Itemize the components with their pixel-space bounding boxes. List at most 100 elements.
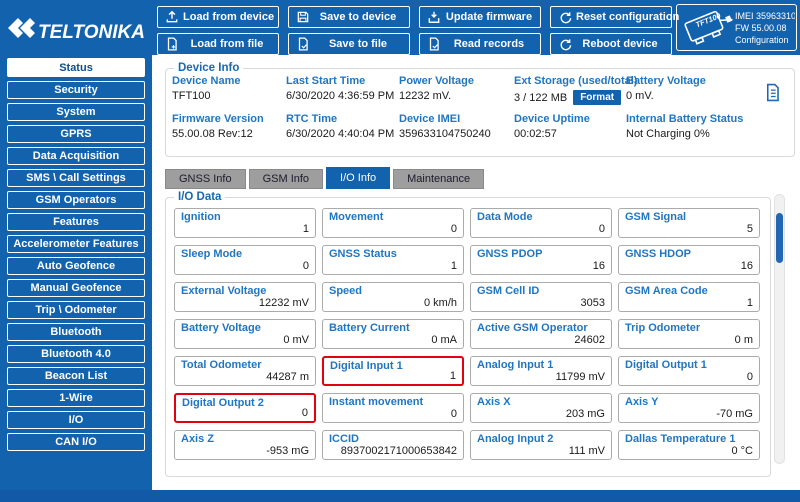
sidebar-item[interactable]: Manual Geofence — [7, 279, 145, 297]
toolbar-button[interactable]: Load from file — [157, 33, 279, 55]
sidebar-item-label: Security — [54, 84, 98, 96]
io-cell-value: 5 — [746, 223, 753, 235]
sidebar-item[interactable]: Features — [7, 213, 145, 231]
io-cell: Battery Voltage 0 mV — [174, 319, 316, 349]
sidebar-item-label: GSM Operators — [35, 194, 117, 206]
toolbar-button-label: Save to file — [328, 38, 388, 50]
io-cell-value: 44287 m — [266, 371, 309, 383]
io-cell: Instant movement 0 — [322, 393, 464, 423]
io-data-panel: I/O Data Ignition 1 Movement 0 Data Mode — [165, 191, 771, 477]
io-cell-label: GSM Cell ID — [477, 285, 540, 297]
device-info-field: Firmware Version 55.00.08 Rev:12 — [172, 113, 286, 140]
io-cell: Analog Input 1 11799 mV — [470, 356, 612, 386]
io-cell-label: GNSS Status — [329, 248, 397, 260]
sidebar-item-label: SMS \ Call Settings — [26, 172, 126, 184]
sidebar-item-label: System — [56, 106, 96, 118]
sidebar-item-label: Auto Geofence — [36, 260, 116, 272]
io-cell: Axis Y -70 mG — [618, 393, 760, 423]
io-cell-label: Battery Current — [329, 322, 410, 334]
device-info-value-text: 55.00.08 Rev:12 — [172, 128, 253, 140]
toolbar-button[interactable]: Reset configuration — [550, 6, 679, 28]
io-cell-value: 16 — [592, 260, 605, 272]
tab[interactable]: GNSS Info — [165, 169, 246, 189]
io-cell-value: 0 m — [734, 334, 753, 346]
device-image: TFT100 — [684, 10, 733, 45]
sidebar-item[interactable]: GSM Operators — [7, 191, 145, 209]
io-cell-value: 0 mV — [283, 334, 309, 346]
io-cell-label: Sleep Mode — [181, 248, 243, 260]
vertical-scrollbar[interactable] — [774, 194, 785, 464]
io-cell-value: 0 — [450, 408, 457, 420]
toolbar-button[interactable]: Save to file — [288, 33, 410, 55]
sidebar-item[interactable]: CAN I/O — [7, 433, 145, 451]
tab[interactable]: I/O Info — [326, 167, 391, 189]
io-cell-value: 203 mG — [565, 408, 605, 420]
device-fw-line: FW 55.00.08 — [735, 22, 787, 33]
sidebar-item[interactable]: System — [7, 103, 145, 121]
device-info-value-text: 6/30/2020 4:40:04 PM — [286, 128, 395, 140]
sidebar-item[interactable]: Data Acquisition — [7, 147, 145, 165]
sidebar-item[interactable]: 1-Wire — [7, 389, 145, 407]
sidebar-item[interactable]: Bluetooth 4.0 — [7, 345, 145, 363]
sidebar-item[interactable]: SMS \ Call Settings — [7, 169, 145, 187]
toolbar-button[interactable]: Save to device — [288, 6, 410, 28]
io-cell: Battery Current 0 mA — [322, 319, 464, 349]
scrollbar-thumb[interactable] — [776, 213, 783, 263]
device-info-label: Internal Battery Status — [626, 113, 744, 125]
toolbar-button[interactable]: Reboot device — [550, 33, 672, 55]
device-badge: TFT100 IMEI 359633104750240 FW 55.00.08 … — [676, 4, 797, 51]
io-cell-label: Ignition — [181, 211, 221, 223]
io-cell-label: Analog Input 1 — [477, 359, 554, 371]
sidebar-item[interactable]: Status — [7, 58, 145, 77]
io-data-title: I/O Data — [178, 191, 222, 203]
sidebar-item[interactable]: Accelerometer Features — [7, 235, 145, 253]
sidebar-item[interactable]: Trip \ Odometer — [7, 301, 145, 319]
toolbar-button[interactable]: Read records — [419, 33, 541, 55]
io-cell-label: Battery Voltage — [181, 322, 261, 334]
report-document-icon[interactable] — [763, 82, 782, 103]
teltonika-logo: TELTONIKA — [8, 18, 145, 43]
io-cell-value: 0 — [598, 223, 605, 235]
io-cell-label: ICCID — [329, 433, 359, 445]
io-cell-value: 1 — [450, 260, 457, 272]
device-info-value: 6/30/2020 4:36:59 PM — [286, 90, 399, 102]
io-cell-value: 16 — [740, 260, 753, 272]
toolbar-buttons: Load from device Save to device Update f… — [157, 6, 679, 55]
sidebar-item[interactable]: Bluetooth — [7, 323, 145, 341]
io-cell-value: 1 — [449, 370, 456, 382]
tab[interactable]: GSM Info — [248, 169, 324, 189]
io-cell-value: -953 mG — [266, 445, 309, 457]
io-cell-label: Analog Input 2 — [477, 433, 554, 445]
tab-label: GNSS Info — [179, 173, 232, 185]
format-button[interactable]: Format — [573, 90, 622, 105]
main-content: Device Info Device Name TFT100 Last Star… — [152, 55, 800, 490]
io-cell-value: 0 — [302, 260, 309, 272]
sidebar-item-label: 1-Wire — [59, 392, 93, 404]
io-cell-label: Dallas Temperature 1 — [625, 433, 736, 445]
device-imei-line: IMEI 359633104750240 — [735, 10, 795, 21]
io-cell-label: GSM Area Code — [625, 285, 708, 297]
sidebar-item[interactable]: Beacon List — [7, 367, 145, 385]
sidebar-item[interactable]: Auto Geofence — [7, 257, 145, 275]
toolbar-button-icon — [296, 10, 310, 24]
toolbar-button[interactable]: Load from device — [157, 6, 279, 28]
io-cell-label: External Voltage — [181, 285, 267, 297]
toolbar-button-label: Reset configuration — [576, 11, 680, 23]
sidebar-item-label: Accelerometer Features — [13, 238, 139, 250]
io-cell: Digital Input 1 1 — [322, 356, 464, 386]
io-cell: GSM Signal 5 — [618, 208, 760, 238]
tab[interactable]: Maintenance — [393, 169, 485, 189]
io-cell: Sleep Mode 0 — [174, 245, 316, 275]
device-info-value-text: TFT100 — [172, 90, 211, 102]
sidebar-item[interactable]: I/O — [7, 411, 145, 429]
io-cell-value: 0 — [301, 407, 308, 419]
toolbar: TELTONIKA Load from device Save to devic… — [0, 0, 800, 55]
sidebar-item[interactable]: Security — [7, 81, 145, 99]
io-cell-value: 1 — [302, 223, 309, 235]
sidebar-item[interactable]: GPRS — [7, 125, 145, 143]
toolbar-button[interactable]: Update firmware — [419, 6, 541, 28]
device-info-value: TFT100 — [172, 90, 286, 102]
device-info-value: 3 / 122 MB Format — [514, 90, 626, 105]
toolbar-button-icon — [427, 10, 441, 24]
io-cell: Ignition 1 — [174, 208, 316, 238]
